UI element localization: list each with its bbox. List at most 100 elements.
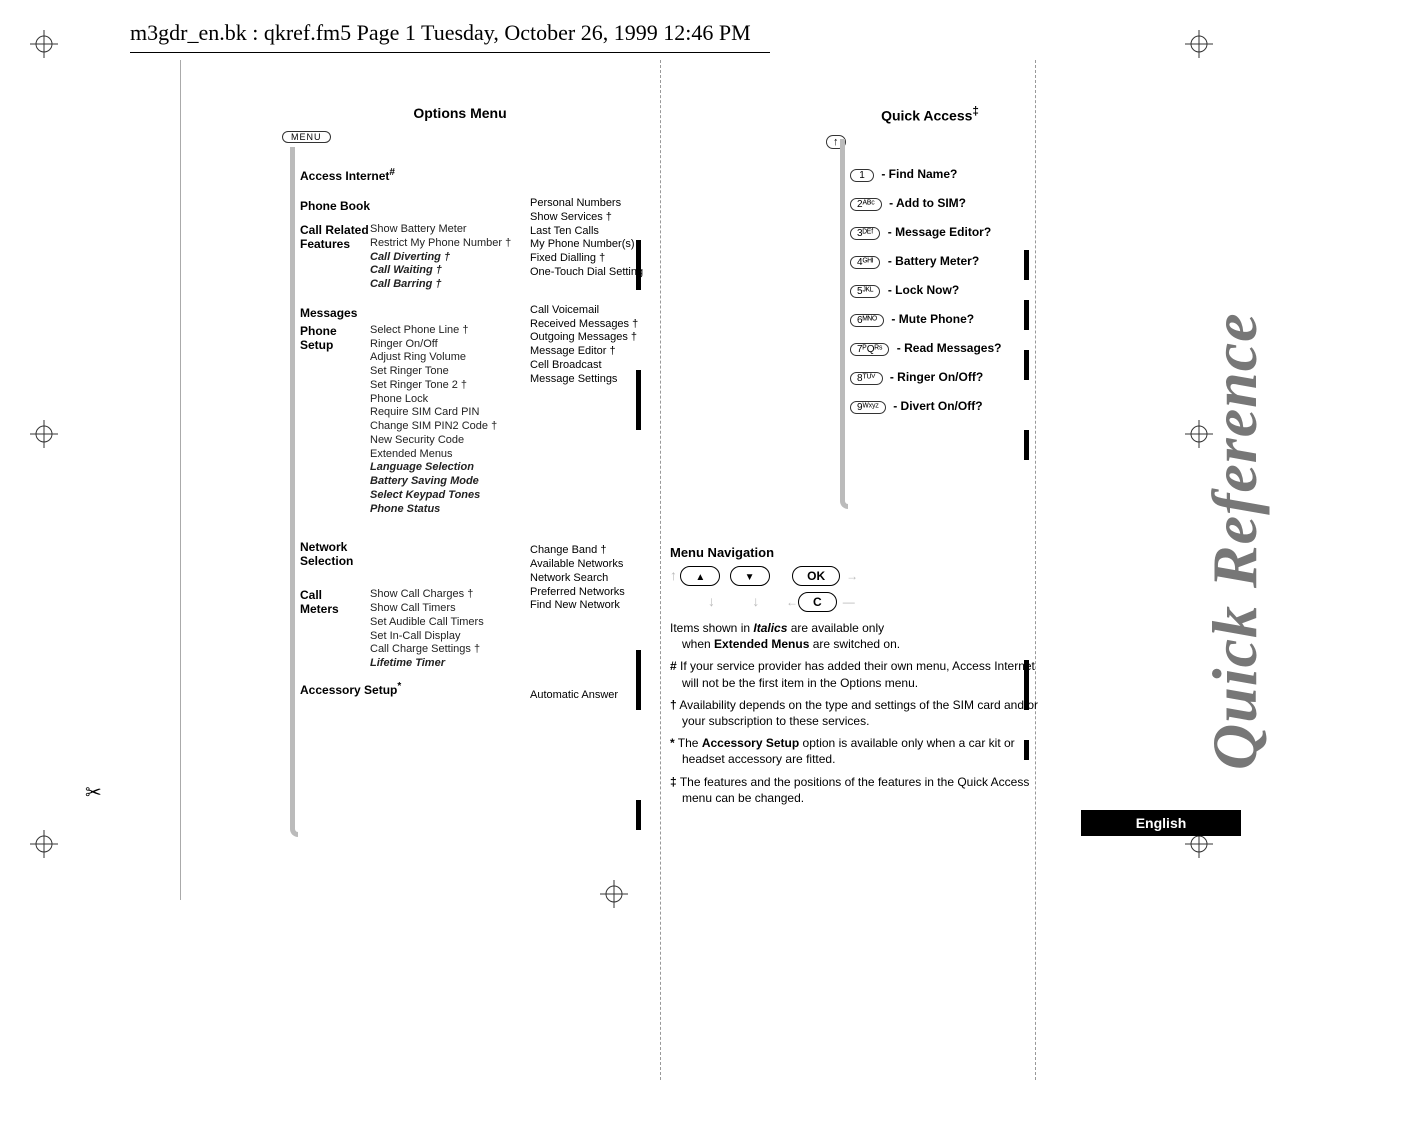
index-tab (636, 800, 641, 830)
nav-down-key-icon (730, 566, 770, 586)
cr-item: Call Diverting † (370, 251, 640, 265)
keycap-icon: 8ᵀᵁⱽ (850, 372, 883, 385)
options-menu-panel: Options Menu MENU Access Internet# Phone… (280, 105, 640, 701)
nav-ok-key-icon: OK (792, 566, 840, 586)
qa-label: Add to SIM? (896, 196, 966, 210)
registration-mark-icon (600, 880, 628, 908)
qa-item: 3ᴰᴱᶠ - Message Editor? (850, 225, 1040, 240)
ns-item: Change Band † (530, 544, 625, 558)
index-tab (636, 650, 641, 710)
ps-item: Phone Lock (370, 393, 640, 407)
keycap-icon: 7ᴾQᴿˢ (850, 343, 889, 356)
index-tab (636, 240, 641, 290)
header-rule (130, 52, 770, 53)
language-bar: English (1081, 810, 1241, 836)
nav-up-key-icon (680, 566, 720, 586)
registration-mark-icon (30, 420, 58, 448)
menu-key-icon: MENU (282, 131, 331, 143)
keycap-icon: 2ᴬᴮᶜ (850, 198, 882, 211)
nav-keys-row: ↑ OK→ (670, 566, 1050, 586)
ps-item: Set Ringer Tone (370, 365, 640, 379)
spine-title: Quick Reference (1198, 312, 1272, 770)
qa-item: 4ᴳᴴᴵ - Battery Meter? (850, 254, 1040, 269)
qa-item: 7ᴾQᴿˢ - Read Messages? (850, 341, 1040, 356)
registration-mark-icon (30, 30, 58, 58)
keycap-icon: 6ᴹᴺᴼ (850, 314, 884, 327)
pb-item: Personal Numbers (530, 197, 643, 211)
ns-item: Available Networks (530, 558, 625, 572)
branch-network-selection: Network Selection (300, 540, 370, 568)
ps-item: Adjust Ring Volume (370, 351, 640, 365)
qa-label: Lock Now? (895, 283, 959, 297)
registration-mark-icon (1185, 30, 1213, 58)
qa-label: Ringer On/Off? (897, 370, 983, 384)
note-star: * The Accessory Setup option is availabl… (670, 735, 1050, 767)
accessory-label: Accessory Setup (300, 683, 397, 697)
cm-item: Set In-Call Display (370, 630, 640, 644)
qa-label: Mute Phone? (899, 312, 974, 326)
ps-item: Set Ringer Tone 2 † (370, 379, 640, 393)
cr-item: Show Battery Meter (370, 223, 640, 237)
ps-item: Extended Menus (370, 448, 640, 462)
index-tab (1024, 350, 1029, 380)
note-ddagger: ‡ The features and the positions of the … (670, 774, 1050, 806)
keycap-icon: 9ᵂˣʸᶻ (850, 401, 886, 414)
msg-item: Call Voicemail (530, 304, 638, 318)
ps-item: Require SIM Card PIN (370, 406, 640, 420)
qa-trunk-line (840, 139, 848, 509)
ps-item: Select Keypad Tones (370, 489, 640, 503)
ps-item: New Security Code (370, 434, 640, 448)
cm-item: Show Call Charges † (370, 588, 640, 602)
qa-label: Find Name? (889, 167, 958, 181)
cm-item: Call Charge Settings † (370, 643, 640, 657)
menu-trunk-line (290, 147, 298, 837)
qa-item: 6ᴹᴺᴼ - Mute Phone? (850, 312, 1040, 327)
index-tab (1024, 250, 1029, 280)
access-internet-note: # (389, 167, 395, 178)
qa-label: Battery Meter? (895, 254, 979, 268)
cr-item: Call Waiting † (370, 264, 640, 278)
qa-item: 9ᵂˣʸᶻ - Divert On/Off? (850, 399, 1040, 414)
branch-call-related: Call Related Features (300, 223, 380, 251)
ns-item: Network Search (530, 572, 625, 586)
index-tab (1024, 740, 1029, 760)
qa-label: Read Messages? (904, 341, 1001, 355)
running-head: m3gdr_en.bk : qkref.fm5 Page 1 Tuesday, … (130, 20, 751, 46)
quick-access-panel: Quick Access‡ ↑ 1 - Find Name? 2ᴬᴮᶜ - Ad… (820, 105, 1040, 428)
footnotes: Items shown in Italics are available onl… (670, 620, 1050, 806)
index-tab (1024, 430, 1029, 460)
note-hash: # If your service provider has added the… (670, 658, 1050, 690)
index-tab (1024, 300, 1029, 330)
note-italics: Items shown in Italics are available onl… (670, 620, 1050, 652)
quick-access-title: Quick Access‡ (820, 105, 1040, 124)
note-dagger: † Availability depends on the type and s… (670, 697, 1050, 729)
qa-label: Message Editor? (895, 225, 991, 239)
cm-item: Show Call Timers (370, 602, 640, 616)
nav-c-key-icon: C (798, 592, 837, 612)
accessory-note: * (397, 681, 401, 692)
qa-label: Divert On/Off? (901, 399, 983, 413)
ps-item: Phone Status (370, 503, 640, 517)
ps-item: Change SIM PIN2 Code † (370, 420, 640, 434)
qa-item: 8ᵀᵁⱽ - Ringer On/Off? (850, 370, 1040, 385)
qa-title-text: Quick Access (881, 108, 972, 124)
qa-item: 1 - Find Name? (850, 167, 1040, 182)
ps-item: Ringer On/Off (370, 338, 640, 352)
keycap-icon: 4ᴳᴴᴵ (850, 256, 880, 269)
spine: Quick Reference (1168, 150, 1228, 790)
cr-item: Restrict My Phone Number † (370, 237, 640, 251)
cm-item: Lifetime Timer (370, 657, 640, 671)
ps-item: Language Selection (370, 461, 640, 475)
keycap-icon: 1 (850, 169, 874, 182)
as-item: Automatic Answer (530, 689, 618, 703)
cr-item: Call Barring † (370, 278, 640, 292)
access-internet-label: Access Internet (300, 169, 389, 183)
index-tab (636, 370, 641, 430)
branch-access-internet: Access Internet# (300, 167, 640, 183)
menu-navigation-panel: Menu Navigation ↑ OK→ ↓ ↓ ←C— Items show… (670, 545, 1050, 812)
ps-item: Battery Saving Mode (370, 475, 640, 489)
scissor-icon: ✂ (85, 780, 102, 805)
nav-keys-row2: ↓ ↓ ←C— (670, 592, 1050, 612)
ps-item: Select Phone Line † (370, 324, 640, 338)
qa-title-note: ‡ (972, 105, 978, 118)
